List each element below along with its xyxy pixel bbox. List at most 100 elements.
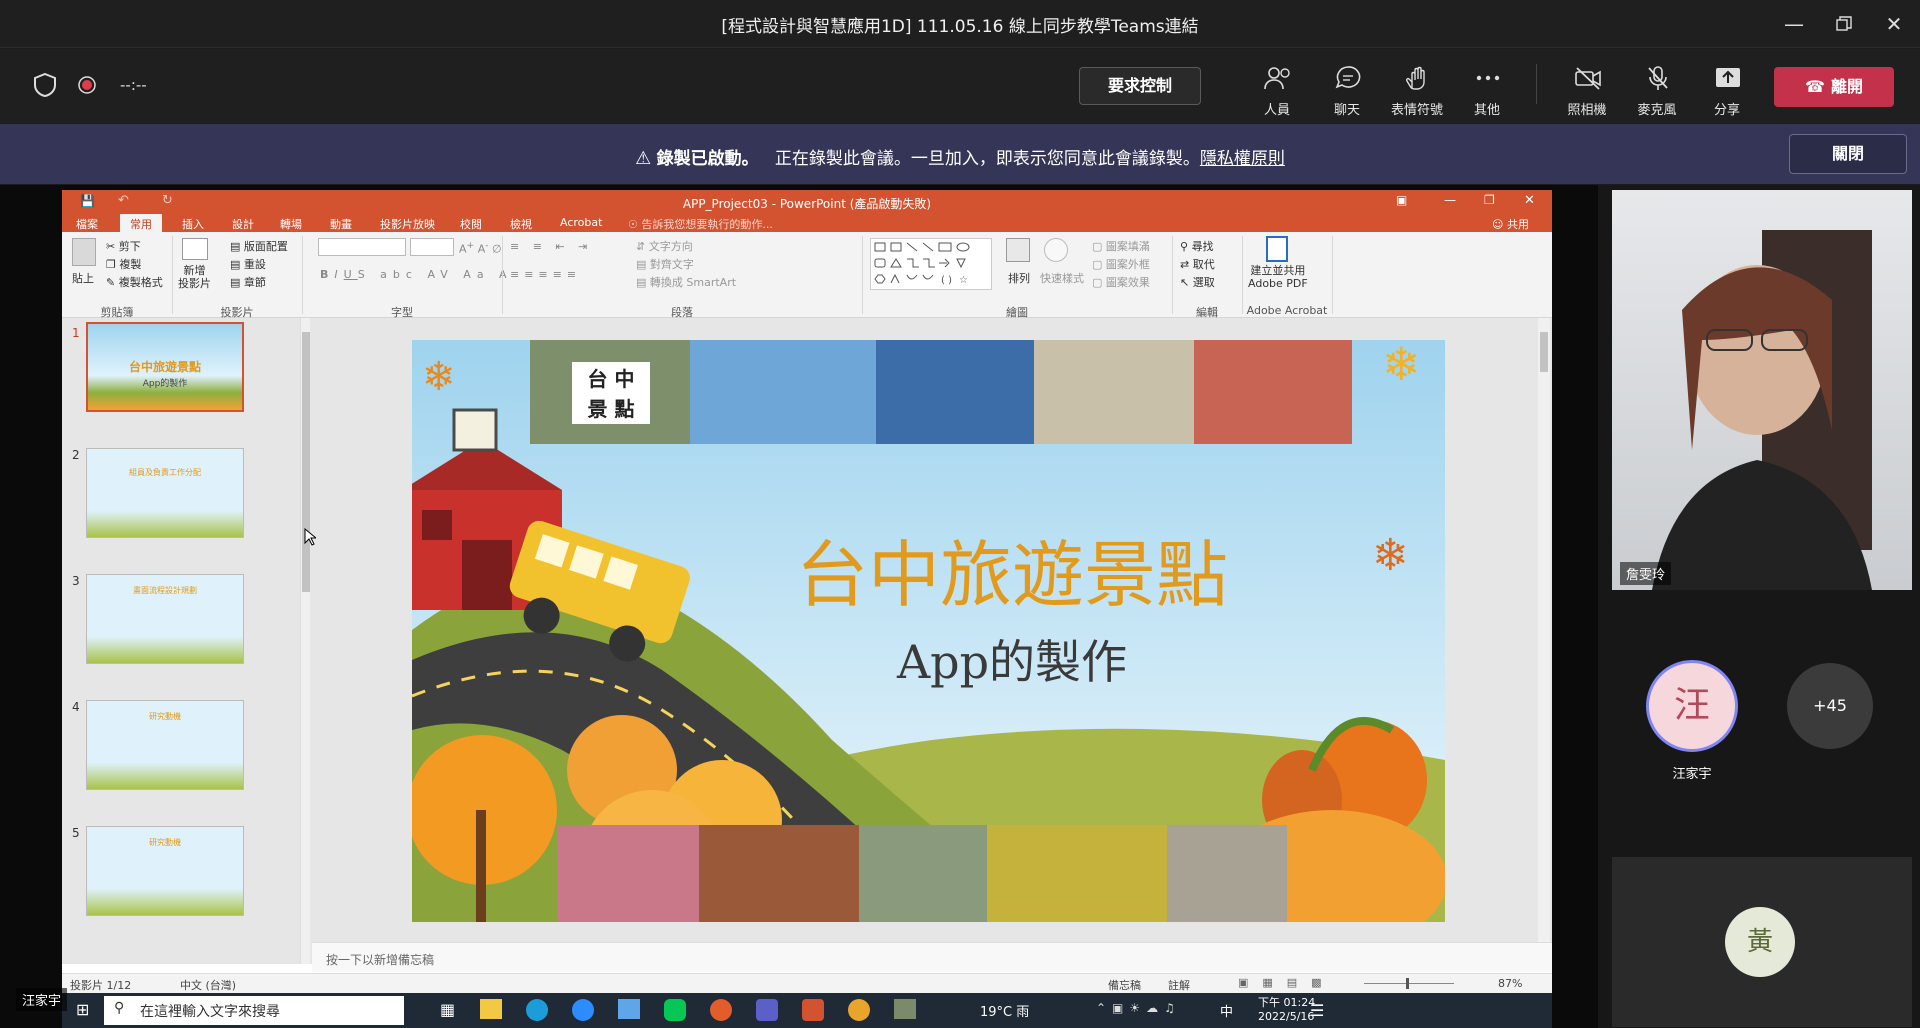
cut-button[interactable]: ✂ 剪下 bbox=[106, 238, 141, 254]
comments-toggle[interactable]: 註解 bbox=[1168, 977, 1190, 993]
align-text-button[interactable]: ▤ 對齊文字 bbox=[636, 256, 694, 272]
ppt-minimize-button[interactable]: — bbox=[1444, 193, 1456, 207]
people-button[interactable]: 人員 bbox=[1246, 59, 1308, 118]
tab-home[interactable]: 常用 bbox=[120, 214, 162, 234]
slide-thumbnail-4[interactable]: 研究動機 bbox=[86, 700, 244, 790]
more-participants-button[interactable]: +45 bbox=[1787, 663, 1873, 749]
video-tile[interactable]: 詹雯玲 bbox=[1612, 190, 1912, 590]
task-view-icon[interactable]: ▦ bbox=[440, 1000, 455, 1019]
camera-button[interactable]: 照相機 bbox=[1556, 59, 1618, 118]
language-status[interactable]: 中文 (台灣) bbox=[180, 977, 236, 993]
shape-fill-button[interactable]: ▢ 圖案填滿 bbox=[1092, 238, 1150, 254]
taskbar-search-box[interactable]: ⚲ 在這裡輸入文字來搜尋 bbox=[104, 996, 404, 1025]
text-direction-button[interactable]: ⇵ 文字方向 bbox=[636, 238, 693, 254]
new-slide-icon[interactable] bbox=[182, 238, 208, 260]
microphone-button[interactable]: 麥克風 bbox=[1626, 59, 1688, 118]
windows-start-icon[interactable]: ⊞ bbox=[76, 1000, 89, 1019]
ppt-restore-button[interactable]: ❐ bbox=[1484, 193, 1495, 207]
view-buttons[interactable]: ▣▦▤▩ bbox=[1238, 976, 1336, 989]
clock-date[interactable]: 2022/5/16 bbox=[1258, 1010, 1314, 1023]
slide-thumbnail-3[interactable]: 畫面流程設計規劃 bbox=[86, 574, 244, 664]
clock-time[interactable]: 下午 01:24 bbox=[1258, 994, 1315, 1010]
arrange-icon[interactable] bbox=[1006, 238, 1030, 262]
quick-styles-button[interactable]: 快速樣式 bbox=[1040, 270, 1084, 286]
chat-button[interactable]: 聊天 bbox=[1316, 59, 1378, 118]
zoom-thumb[interactable] bbox=[1406, 978, 1409, 989]
font-format-icons[interactable]: BIUS abc AV Aa A bbox=[320, 268, 513, 281]
notes-toggle[interactable]: 備忘稿 bbox=[1108, 977, 1141, 993]
request-control-button[interactable]: 要求控制 bbox=[1079, 67, 1201, 105]
banner-close-button[interactable]: 關閉 bbox=[1789, 134, 1907, 174]
close-window-button[interactable]: ✕ bbox=[1872, 8, 1916, 40]
new-slide-button[interactable]: 新增 投影片 bbox=[178, 264, 211, 290]
notification-icon[interactable]: ☰ bbox=[1310, 1001, 1324, 1020]
weather-status[interactable]: 19°C 雨 bbox=[980, 1001, 1029, 1020]
section-button[interactable]: ▤ 章節 bbox=[230, 274, 266, 290]
tell-me-box[interactable]: ☉ 告訴我您想要執行的動作... bbox=[628, 216, 773, 232]
notes-pane[interactable]: 按一下以新增備忘稿 bbox=[312, 942, 1552, 972]
minimize-button[interactable]: — bbox=[1772, 8, 1816, 40]
ime-indicator[interactable]: 中 bbox=[1220, 1001, 1233, 1020]
line-icon[interactable] bbox=[664, 999, 686, 1021]
tab-design[interactable]: 設計 bbox=[232, 216, 254, 232]
reset-button[interactable]: ▤ 重設 bbox=[230, 256, 266, 272]
copy-button[interactable]: ❐ 複製 bbox=[106, 256, 141, 272]
shapes-gallery[interactable]: ( ) ☆ bbox=[870, 238, 992, 290]
file-explorer-icon[interactable] bbox=[480, 999, 502, 1019]
zoom-slider[interactable] bbox=[1364, 983, 1454, 984]
select-button[interactable]: ↖ 選取 bbox=[1180, 274, 1215, 290]
self-tile[interactable]: 黃 bbox=[1612, 857, 1912, 1027]
arrange-button[interactable]: 排列 bbox=[1008, 270, 1030, 286]
share-ppt-button[interactable]: ☺ 共用 bbox=[1492, 216, 1529, 232]
tab-animations[interactable]: 動畫 bbox=[330, 216, 352, 232]
edge-icon[interactable] bbox=[526, 999, 548, 1021]
paste-button[interactable]: 貼上 bbox=[72, 270, 94, 286]
restore-button[interactable] bbox=[1822, 8, 1866, 40]
tab-acrobat[interactable]: Acrobat bbox=[560, 216, 602, 229]
tab-view[interactable]: 檢視 bbox=[510, 216, 532, 232]
powerpoint-icon[interactable] bbox=[802, 999, 824, 1021]
current-slide[interactable]: ❄ ❄ ❄ 台 中 景 點 台中旅遊景點 App的製作 bbox=[412, 340, 1445, 922]
tray-icons[interactable]: ⌃▣☀☁♫ bbox=[1096, 1001, 1181, 1015]
mail-icon[interactable] bbox=[618, 999, 640, 1019]
layout-button[interactable]: ▤ 版面配置 bbox=[230, 238, 288, 254]
font-size-input[interactable] bbox=[410, 238, 454, 256]
chrome-icon[interactable] bbox=[848, 999, 870, 1021]
font-name-input[interactable] bbox=[318, 238, 406, 256]
leave-button[interactable]: ☎ 離開 bbox=[1774, 67, 1894, 107]
align-icons[interactable]: ≡≡≡≡≡ bbox=[510, 268, 581, 281]
edit-scrollbar[interactable] bbox=[1538, 318, 1550, 964]
teams-icon[interactable] bbox=[756, 999, 778, 1021]
smartart-button[interactable]: ▤ 轉換成 SmartArt bbox=[636, 274, 736, 290]
tab-slideshow[interactable]: 投影片放映 bbox=[380, 216, 435, 232]
more-button[interactable]: 其他 bbox=[1456, 59, 1518, 118]
thumbs-scrollbar[interactable] bbox=[300, 318, 310, 964]
paste-icon[interactable] bbox=[72, 238, 96, 266]
font-grow-icon[interactable]: A+ A- ∅ bbox=[459, 240, 502, 256]
photos-icon[interactable] bbox=[894, 999, 916, 1019]
list-icons[interactable]: ≡ ≡ ⇤ ⇥ bbox=[510, 240, 592, 253]
slide-thumbnail-2[interactable]: 組員及負責工作分配 bbox=[86, 448, 244, 538]
edge-beta-icon[interactable] bbox=[710, 999, 732, 1021]
shape-effects-button[interactable]: ▢ 圖案效果 bbox=[1092, 274, 1150, 290]
shape-outline-button[interactable]: ▢ 圖案外框 bbox=[1092, 256, 1150, 272]
slide-thumbnail-5[interactable]: 研究動機 bbox=[86, 826, 244, 916]
privacy-link[interactable]: 隱私權原則 bbox=[1200, 149, 1285, 169]
tab-file[interactable]: 檔案 bbox=[76, 216, 98, 232]
tab-review[interactable]: 校閱 bbox=[460, 216, 482, 232]
ribbon-display-icon[interactable]: ▣ bbox=[1396, 193, 1407, 207]
format-painter-button[interactable]: ✎ 複製格式 bbox=[106, 274, 163, 290]
create-pdf-button[interactable]: 建立並共用 Adobe PDF bbox=[1248, 264, 1308, 290]
quick-styles-icon[interactable] bbox=[1044, 238, 1068, 262]
share-button[interactable]: 分享 bbox=[1696, 59, 1758, 118]
reactions-button[interactable]: 表情符號 bbox=[1386, 59, 1448, 118]
zoom-icon[interactable] bbox=[572, 999, 594, 1021]
presenter-avatar[interactable]: 汪 bbox=[1646, 660, 1738, 752]
slide-thumbnail-1[interactable]: 台中旅遊景點 App的製作 bbox=[86, 322, 244, 412]
ppt-close-button[interactable]: ✕ bbox=[1524, 193, 1535, 208]
tab-insert[interactable]: 插入 bbox=[182, 216, 204, 232]
replace-button[interactable]: ⇄ 取代 bbox=[1180, 256, 1215, 272]
find-button[interactable]: ⚲ 尋找 bbox=[1180, 238, 1214, 254]
tab-transitions[interactable]: 轉場 bbox=[280, 216, 302, 232]
pdf-icon[interactable] bbox=[1266, 236, 1288, 262]
